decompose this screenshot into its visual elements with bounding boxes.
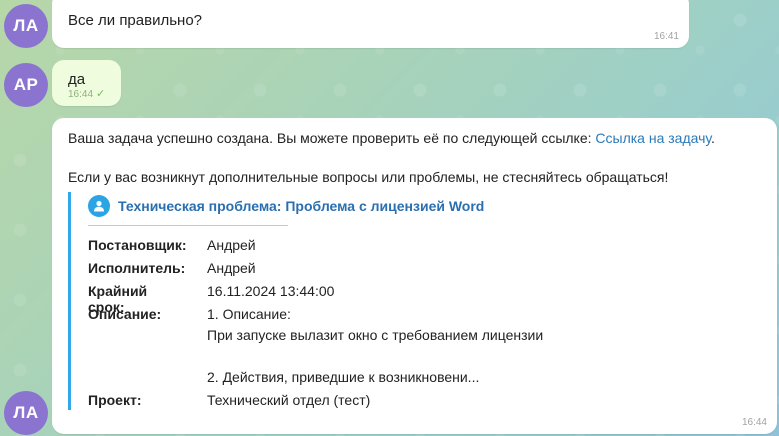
avatar-initials: АР [13,75,39,94]
message-time: 16:41 [653,31,679,42]
message-text: да [68,71,86,88]
message-time: 16:44 ✓ [68,87,105,100]
field-value: Технический отдел (тест) [207,392,371,408]
field-value-line: При запуске вылазит окно с требованием л… [207,327,544,343]
task-card[interactable]: Техническая проблема: Проблема с лицензи… [68,192,691,410]
user-icon [88,195,110,217]
avatar-initials: ЛА [13,403,39,422]
field-label: Постановщик: [88,237,187,253]
avatar[interactable]: ЛА [4,391,48,435]
field-value-line: 1. Описание: [207,306,291,322]
card-title[interactable]: Техническая проблема: Проблема с лицензи… [118,198,484,214]
message-text-part: . [711,130,715,146]
field-value: 16.11.2024 13:44:00 [207,283,335,299]
field-label: Проект: [88,392,142,408]
message-text: Если у вас возникнут дополнительные вопр… [68,169,669,185]
message-text: Ваша задача успешно создана. Вы можете п… [68,129,715,147]
card-divider [88,225,288,226]
check-icon: ✓ [96,88,106,100]
message-time-value: 16:44 [68,89,94,100]
field-value-line: 2. Действия, приведшие к возникновени... [207,369,480,385]
field-value: Андрей [207,260,256,276]
avatar[interactable]: АР [4,63,48,107]
message-bubble[interactable]: да 16:44 ✓ [52,60,121,106]
task-link[interactable]: Ссылка на задачу [595,130,711,146]
field-value: Андрей [207,237,256,253]
field-label: Описание: [88,306,162,322]
message-bubble[interactable]: Все ли правильно? 16:41 [52,0,689,48]
message-text-part: Ваша задача успешно создана. Вы можете п… [68,130,596,146]
message-text: Все ли правильно? [68,12,203,29]
field-label: Исполнитель: [88,260,186,276]
avatar-initials: ЛА [13,16,39,35]
avatar[interactable]: ЛА [4,4,48,48]
message-time: 16:44 [741,417,767,428]
